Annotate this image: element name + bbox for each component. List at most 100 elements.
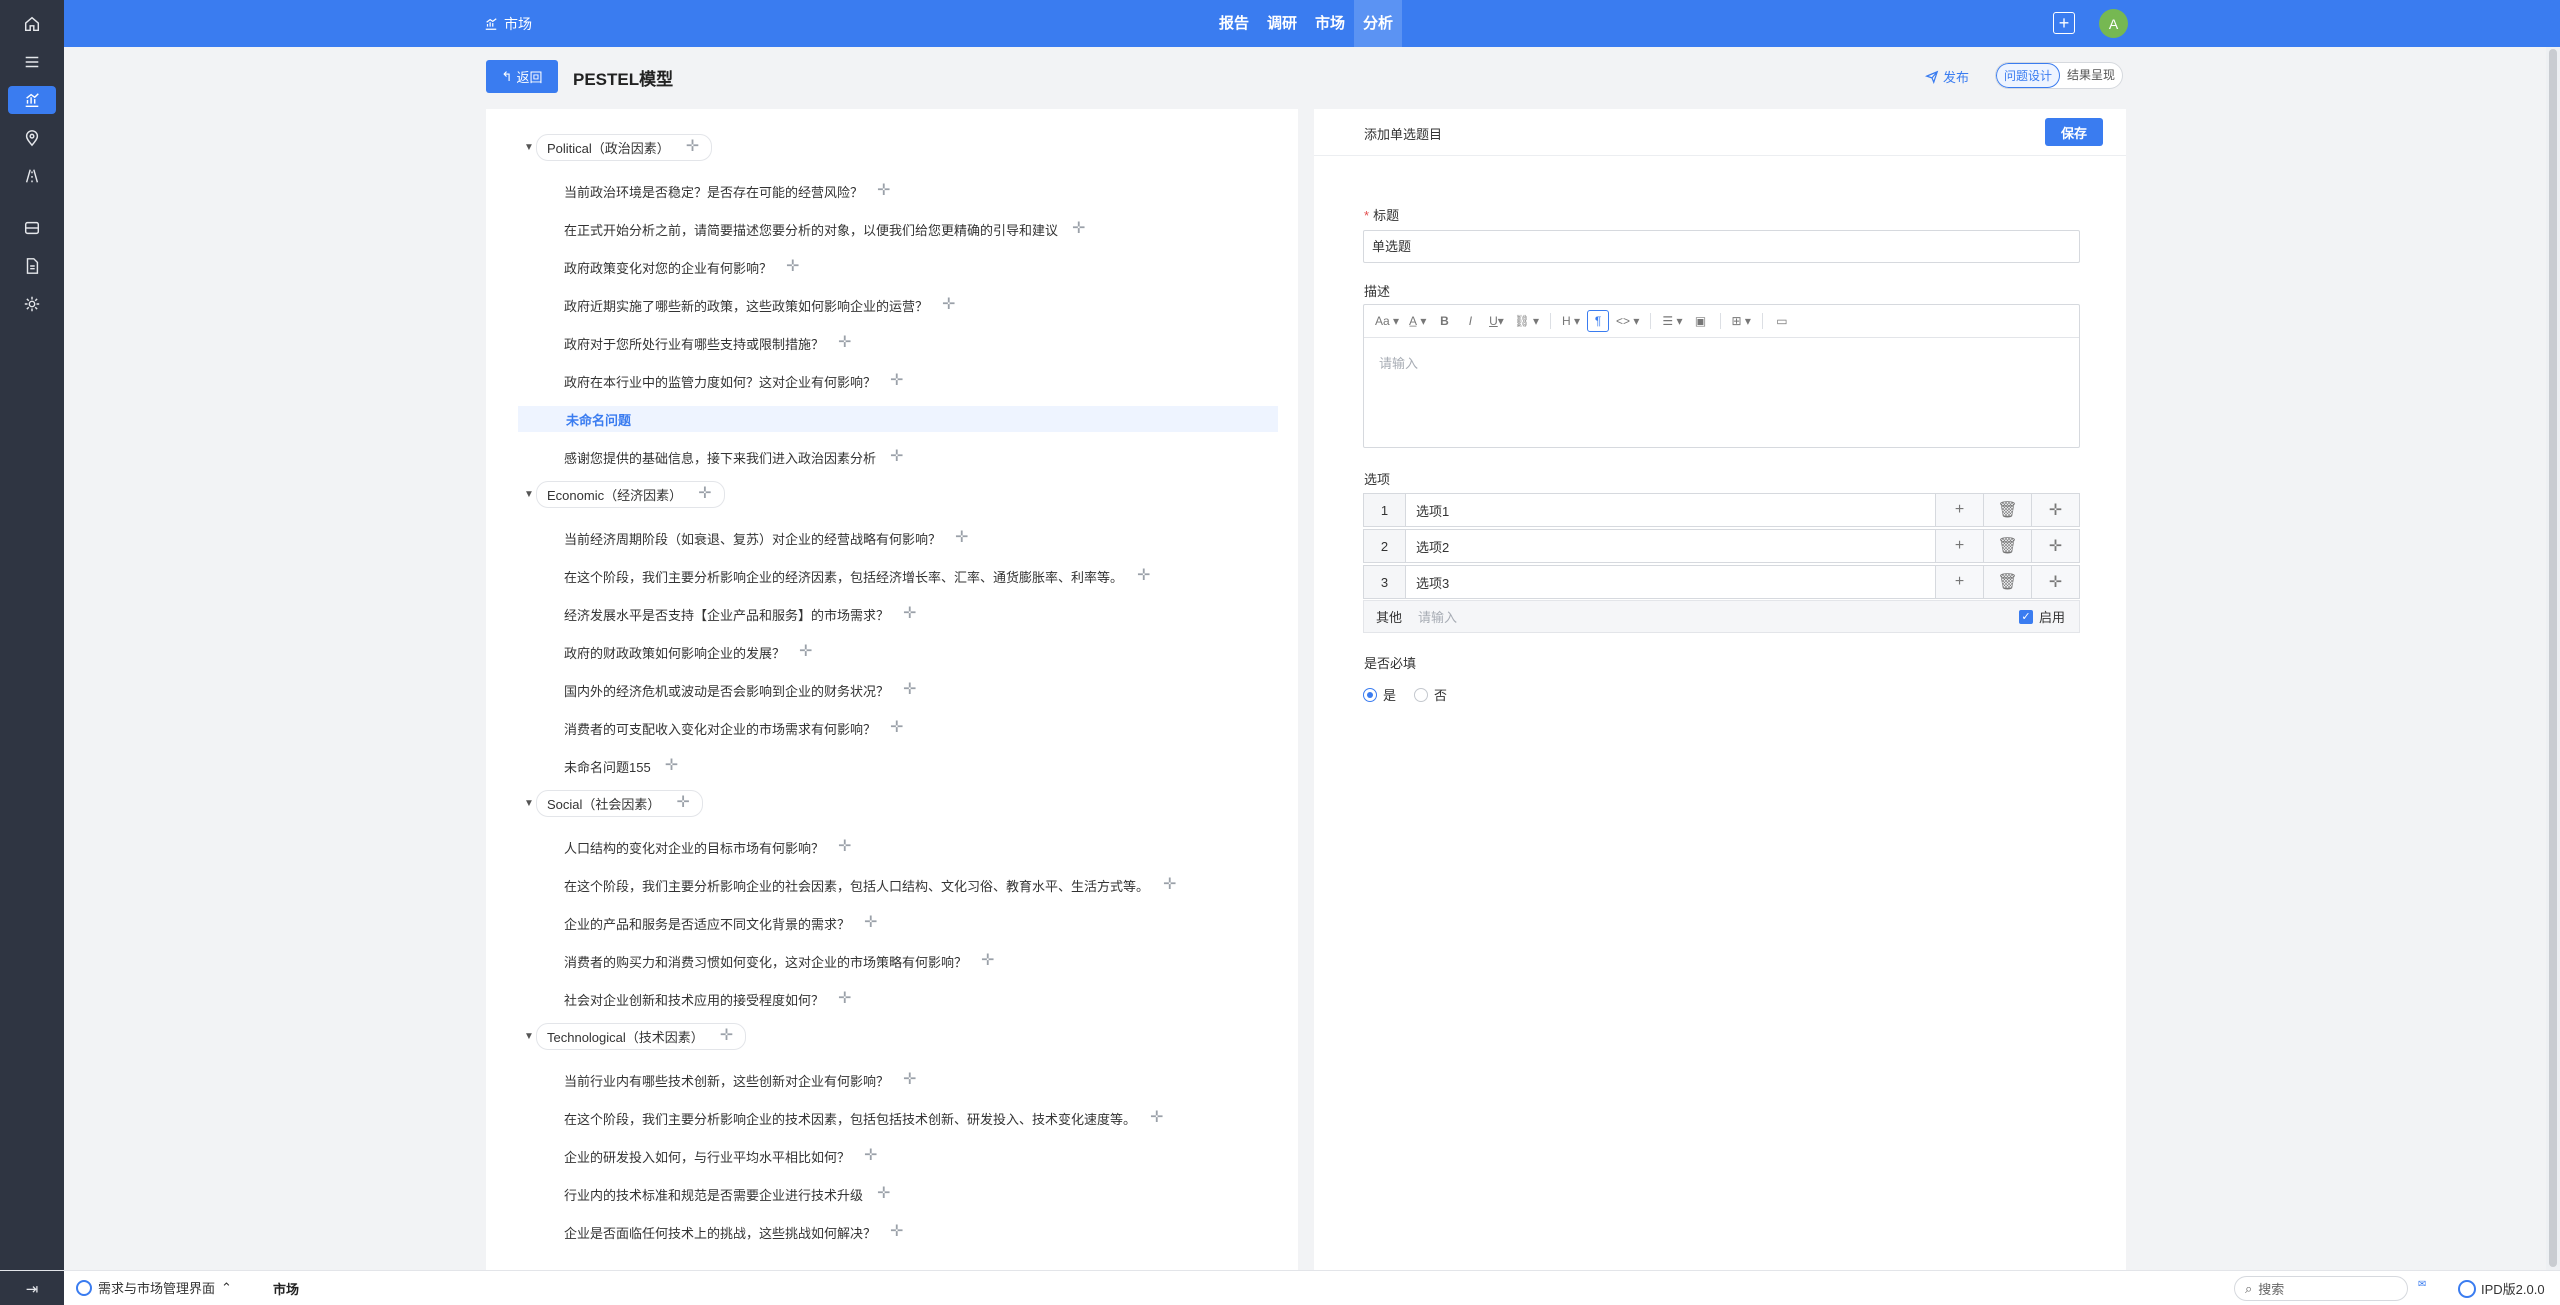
font-color-icon[interactable]: A̲ ▾ (1406, 310, 1429, 332)
nav-analysis[interactable]: 分析 (1354, 0, 1403, 47)
trash-icon[interactable]: 🗑 (1983, 530, 2031, 562)
drag-handle-icon[interactable]: ✛ (2031, 530, 2079, 562)
tree-item-selected[interactable]: 未命名问题 (518, 406, 1278, 432)
move-icon[interactable]: ✛ (799, 644, 812, 660)
tree-group-economic[interactable]: ▼ Economic（经济因素） ✛ (518, 480, 1278, 508)
move-icon[interactable]: ✛ (981, 953, 994, 969)
move-icon[interactable]: ✛ (838, 839, 851, 855)
tree-item[interactable]: 社会对企业创新和技术应用的接受程度如何？ ✛ (518, 980, 1278, 1018)
move-icon[interactable]: ✛ (1137, 568, 1150, 584)
move-icon[interactable]: ✛ (877, 1186, 890, 1202)
move-icon[interactable]: ✛ (1072, 221, 1085, 237)
tree-item[interactable]: 经济发展水平是否支持【企业产品和服务】的市场需求？ ✛ (518, 595, 1278, 633)
move-icon[interactable]: ✛ (903, 1072, 916, 1088)
message-icon[interactable]: ✉ (2418, 1279, 2440, 1297)
move-icon[interactable]: ✛ (786, 259, 799, 275)
add-option-icon[interactable]: + (1935, 566, 1983, 598)
breadcrumb[interactable]: 市场 (484, 14, 532, 34)
option-input[interactable]: 选项3 (1406, 566, 1935, 598)
tree-item[interactable]: 企业是否面临任何技术上的挑战，这些挑战如何解决？ ✛ (518, 1213, 1278, 1251)
scrollbar-thumb[interactable] (2549, 49, 2557, 1267)
move-icon[interactable]: ✛ (890, 720, 903, 736)
title-input[interactable]: 单选题 (1363, 230, 2080, 263)
trash-icon[interactable]: 🗑 (1983, 566, 2031, 598)
tree-item[interactable]: 消费者的购买力和消费习惯如何变化，这对企业的市场策略有何影响？ ✛ (518, 942, 1278, 980)
drag-handle-icon[interactable]: ✛ (2031, 494, 2079, 526)
page-scrollbar[interactable] (2546, 47, 2560, 1270)
font-size-icon[interactable]: Aa ▾ (1372, 310, 1402, 332)
move-icon[interactable]: ✛ (686, 139, 699, 155)
move-icon[interactable]: ✛ (676, 795, 689, 811)
tree-item[interactable]: 政府在本行业中的监管力度如何？这对企业有何影响？ ✛ (518, 362, 1278, 400)
other-enable-checkbox[interactable]: ✓ 启用 (2018, 607, 2065, 626)
move-icon[interactable]: ✛ (1150, 1110, 1163, 1126)
move-icon[interactable]: ✛ (665, 758, 678, 774)
location-icon[interactable] (8, 124, 56, 152)
tree-item[interactable]: 在这个阶段，我们主要分析影响企业的社会因素，包括人口结构、文化习俗、教育水平、生… (518, 866, 1278, 904)
back-button[interactable]: ↰ 返回 (486, 60, 558, 93)
app-switcher[interactable]: 需求与市场管理界面 ⌃ (76, 1278, 232, 1297)
move-icon[interactable]: ✛ (877, 183, 890, 199)
tree-item[interactable]: 企业的研发投入如何，与行业平均水平相比如何？ ✛ (518, 1137, 1278, 1175)
italic-icon[interactable]: I (1459, 310, 1481, 332)
move-icon[interactable]: ✛ (903, 682, 916, 698)
tree-item[interactable]: 政府政策变化对您的企业有何影响？ ✛ (518, 248, 1278, 286)
tree-item[interactable]: 政府的财政政策如何影响企业的发展？ ✛ (518, 633, 1278, 671)
chart-icon[interactable] (8, 86, 56, 114)
radio-yes[interactable]: 是 (1363, 685, 1396, 704)
tree-item[interactable]: 行业内的技术标准和规范是否需要企业进行技术升级 ✛ (518, 1175, 1278, 1213)
list-icon[interactable]: ☰ ▾ (1659, 310, 1685, 332)
tree-item[interactable]: 在这个阶段，我们主要分析影响企业的技术因素，包括包括技术创新、研发投入、技术变化… (518, 1099, 1278, 1137)
nav-report[interactable]: 报告 (1210, 0, 1258, 47)
tree-item[interactable]: 当前行业内有哪些技术创新，这些创新对企业有何影响？ ✛ (518, 1061, 1278, 1099)
tree-item[interactable]: 人口结构的变化对企业的目标市场有何影响？ ✛ (518, 828, 1278, 866)
drag-handle-icon[interactable]: ✛ (2031, 566, 2079, 598)
tree-item[interactable]: 当前政治环境是否稳定？是否存在可能的经营风险？ ✛ (518, 172, 1278, 210)
fullscreen-icon[interactable]: ▭ (1771, 310, 1793, 332)
heading-icon[interactable]: H ▾ (1559, 310, 1583, 332)
tree-item[interactable]: 感谢您提供的基础信息，接下来我们进入政治因素分析 ✛ (518, 438, 1278, 476)
move-icon[interactable]: ✛ (890, 449, 903, 465)
caret-down-icon[interactable]: ▼ (522, 796, 536, 810)
tab-question-design[interactable]: 问题设计 (1996, 63, 2061, 88)
description-editor[interactable]: Aa ▾ A̲ ▾ B I U ▾ ⛓ ▾ H ▾ ¶ <> ▾ ☰ ▾ ▣ ⊞… (1363, 304, 2080, 448)
caret-down-icon[interactable]: ▼ (522, 487, 536, 501)
add-button[interactable]: + (2053, 12, 2075, 34)
radio-no[interactable]: 否 (1414, 685, 1447, 704)
tree-item[interactable]: 政府近期实施了哪些新的政策，这些政策如何影响企业的运营？ ✛ (518, 286, 1278, 324)
settings-icon[interactable] (8, 290, 56, 318)
trash-icon[interactable]: 🗑 (1983, 494, 2031, 526)
option-input[interactable]: 选项2 (1406, 530, 1935, 562)
move-icon[interactable]: ✛ (890, 1224, 903, 1240)
code-icon[interactable]: <> ▾ (1613, 310, 1642, 332)
move-icon[interactable]: ✛ (838, 991, 851, 1007)
collapse-icon[interactable]: ⇥ (0, 1271, 64, 1305)
save-button[interactable]: 保存 (2045, 118, 2103, 146)
tree-item[interactable]: 政府对于您所处行业有哪些支持或限制措施？ ✛ (518, 324, 1278, 362)
tree-group-political[interactable]: ▼ Political（政治因素） ✛ (518, 133, 1278, 161)
move-icon[interactable]: ✛ (838, 335, 851, 351)
nav-research[interactable]: 调研 (1258, 0, 1306, 47)
search-input[interactable]: ⌕ 搜索 (2234, 1276, 2408, 1301)
add-option-icon[interactable]: + (1935, 530, 1983, 562)
table-icon[interactable]: ⊞ ▾ (1729, 310, 1754, 332)
move-icon[interactable]: ✛ (1163, 877, 1176, 893)
storage-icon[interactable] (8, 214, 56, 242)
menu-icon[interactable] (8, 48, 56, 76)
add-option-icon[interactable]: + (1935, 494, 1983, 526)
tree-item[interactable]: 在正式开始分析之前，请简要描述您要分析的对象，以便我们给您更精确的引导和建议 ✛ (518, 210, 1278, 248)
move-icon[interactable]: ✛ (942, 297, 955, 313)
tree-item[interactable]: 未命名问题155 ✛ (518, 747, 1278, 785)
tab-result-display[interactable]: 结果呈现 (2060, 63, 2122, 88)
tree-item[interactable]: 消费者的可支配收入变化对企业的市场需求有何影响？ ✛ (518, 709, 1278, 747)
image-icon[interactable]: ▣ (1690, 310, 1712, 332)
tree-group-technological[interactable]: ▼ Technological（技术因素） ✛ (518, 1022, 1278, 1050)
paragraph-icon[interactable]: ¶ (1587, 310, 1610, 332)
move-icon[interactable]: ✛ (720, 1028, 733, 1044)
tree-item[interactable]: 企业的产品和服务是否适应不同文化背景的需求？ ✛ (518, 904, 1278, 942)
tree-item[interactable]: 当前经济周期阶段（如衰退、复苏）对企业的经营战略有何影响？ ✛ (518, 519, 1278, 557)
bottom-tab-market[interactable]: 市场 (256, 1271, 316, 1305)
road-icon[interactable] (8, 162, 56, 190)
option-input[interactable]: 选项1 (1406, 494, 1935, 526)
other-input[interactable]: 请输入 (1414, 607, 2019, 626)
